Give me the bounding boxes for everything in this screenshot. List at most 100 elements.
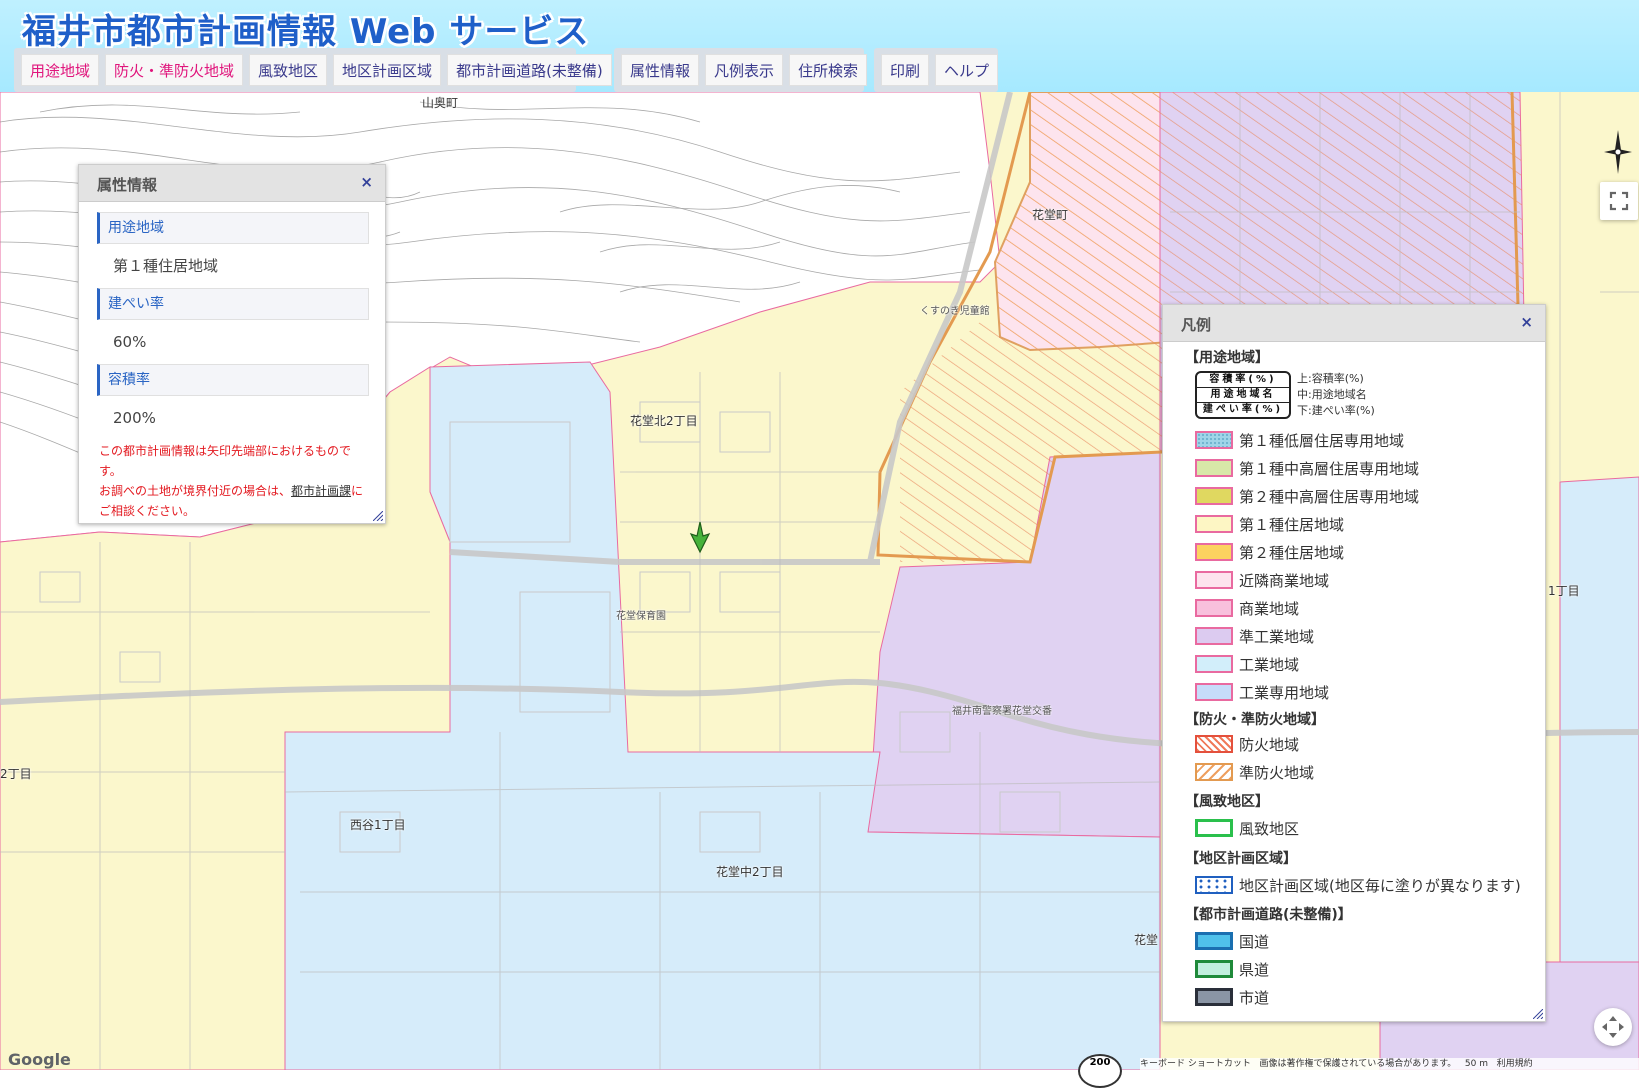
legend-section-youto: 【用途地域】 (1185, 350, 1269, 366)
attribute-panel-header[interactable]: 属性情報 × (79, 165, 385, 202)
place-yamaoku: 山奥町 (422, 96, 459, 110)
legend-label-bouka: 防火地域 (1239, 735, 1300, 754)
explain-text-2: 中:用途地域名 (1297, 388, 1367, 401)
legend-item-chiku: 地区計画区域(地区毎に塗りが異なります) (1195, 874, 1521, 896)
attribute-panel-close-icon[interactable]: × (360, 173, 373, 191)
legend-item-bouka: 防火地域 (1195, 733, 1299, 755)
legend-label-youto-1: 第１種中高層住居専用地域 (1239, 459, 1420, 478)
legend-panel: 凡例 × 【用途地域】 容積率(%) 用途地域名 建ぺい率(%) 上:容積率(%… (1162, 304, 1546, 1022)
legend-label-youto-3: 第１種住居地域 (1239, 515, 1345, 534)
legend-label-chiku: 地区計画区域(地区毎に塗りが異なります) (1239, 876, 1521, 895)
legend-section-chiku: 【地区計画区域】 (1185, 851, 1297, 867)
menu-fuchi-chiku[interactable]: 風致地区 (249, 54, 328, 86)
legend-item-youto-3: 第１種住居地域 (1195, 513, 1344, 535)
move-icon (1602, 1016, 1624, 1038)
legend-swatch-youto-7 (1195, 627, 1233, 645)
legend-label-youto-6: 商業地域 (1239, 599, 1300, 618)
menu-print[interactable]: 印刷 (881, 54, 930, 86)
legend-item-youto-6: 商業地域 (1195, 597, 1299, 619)
attr-label-youseki: 容積率 (97, 364, 369, 396)
resize-grip-icon[interactable] (373, 511, 383, 521)
menu-group-info: 属性情報 凡例表示 住所検索 (614, 48, 868, 92)
terms-link[interactable]: 利用規約 (1497, 1059, 1533, 1069)
legend-item-youto-0: 第１種低層住居専用地域 (1195, 429, 1404, 451)
menu-youto-chiiki[interactable]: 用途地域 (21, 54, 100, 86)
place-hanado: 花堂町 (1032, 208, 1069, 222)
attr-value-kenpei: 60% (113, 333, 147, 351)
menu-bouka-chiiki[interactable]: 防火・準防火地域 (105, 54, 244, 86)
legend-swatch-youto-1 (1195, 459, 1233, 477)
place-kusunoki: くすのき児童館 (920, 306, 990, 317)
attribute-note-line1: この都市計画情報は矢印先端部におけるものです。 (99, 444, 352, 478)
menu-jusho-kensaku[interactable]: 住所検索 (789, 54, 868, 86)
legend-item-youto-4: 第２種住居地域 (1195, 541, 1344, 563)
legend-panel-header[interactable]: 凡例 × (1163, 305, 1545, 342)
explain-box-name: 用途地域名 (1197, 388, 1289, 403)
place-1chome: 1丁目 (1548, 584, 1580, 598)
place-hanado-cut: 花堂 (1134, 933, 1159, 947)
place-2chome: 2丁目 (0, 767, 32, 781)
menu-hanrei-hyouji[interactable]: 凡例表示 (705, 54, 784, 86)
keyboard-shortcuts-link[interactable]: キーボード ショートカット (1140, 1059, 1251, 1069)
menu-toshi-keikaku-douro[interactable]: 都市計画道路(未整備) (447, 54, 612, 86)
legend-swatch-douro-1 (1195, 960, 1233, 978)
legend-label-youto-0: 第１種低層住居専用地域 (1239, 431, 1405, 450)
legend-item-youto-7: 準工業地域 (1195, 625, 1314, 647)
compass-icon (1600, 130, 1636, 174)
menu-help[interactable]: ヘルプ (935, 54, 999, 86)
menu-group-util: 印刷 ヘルプ (874, 48, 999, 92)
fullscreen-button[interactable] (1600, 182, 1638, 220)
legend-swatch-fuchi (1195, 819, 1233, 837)
legend-swatch-youto-4 (1195, 543, 1233, 561)
legend-swatch-youto-6 (1195, 599, 1233, 617)
legend-label-youto-8: 工業地域 (1239, 655, 1300, 674)
legend-label-douro-1: 県道 (1239, 960, 1270, 979)
explain-box-youseki: 容積率(%) (1197, 373, 1289, 388)
legend-label-junbouka: 準防火地域 (1239, 763, 1315, 782)
legend-label-youto-9: 工業専用地域 (1239, 683, 1330, 702)
place-hanadonaka2: 花堂中2丁目 (716, 865, 784, 879)
attribute-panel-title: 属性情報 (97, 176, 158, 194)
explain-text-1: 上:容積率(%) (1297, 372, 1364, 385)
explain-text-3: 下:建ぺい率(%) (1297, 404, 1375, 417)
menu-zokusei-jouhou[interactable]: 属性情報 (621, 54, 700, 86)
legend-swatch-douro-2 (1195, 988, 1233, 1006)
legend-item-youto-2: 第２種中高層住居専用地域 (1195, 485, 1419, 507)
header: 福井市都市計画情報 Web サービス 用途地域 防火・準防火地域 風致地区 地区… (0, 0, 1639, 92)
pan-control-button[interactable] (1594, 1008, 1632, 1046)
legend-label-youto-4: 第２種住居地域 (1239, 543, 1345, 562)
legend-swatch-youto-9 (1195, 683, 1233, 701)
menu-chiku-keikaku[interactable]: 地区計画区域 (333, 54, 442, 86)
legend-section-douro: 【都市計画道路(未整備)】 (1185, 907, 1352, 923)
toshi-keikaku-ka-link[interactable]: 都市計画課 (291, 484, 351, 498)
attr-label-youto: 用途地域 (97, 212, 369, 244)
scale-label[interactable]: 50 m (1465, 1059, 1488, 1069)
legend-label-douro-0: 国道 (1239, 932, 1270, 951)
legend-panel-close-icon[interactable]: × (1520, 313, 1533, 331)
place-hanadokita2: 花堂北2丁目 (630, 414, 698, 428)
google-logo: Google (8, 1050, 71, 1069)
attribute-panel: 属性情報 × 用途地域 第１種住居地域 建ぺい率 60% 容積率 200% この… (78, 164, 386, 524)
legend-swatch-douro-0 (1195, 932, 1233, 950)
legend-item-douro-0: 国道 (1195, 930, 1269, 952)
attribute-note-line2a: お調べの土地が境界付近の場合は、 (99, 484, 292, 498)
legend-swatch-youto-5 (1195, 571, 1233, 589)
attr-label-kenpei: 建ぺい率 (97, 288, 369, 320)
legend-panel-title: 凡例 (1181, 316, 1212, 334)
legend-explain: 容積率(%) 用途地域名 建ぺい率(%) 上:容積率(%) 中:用途地域名 下:… (1195, 371, 1375, 419)
legend-swatch-youto-0 (1195, 431, 1233, 449)
legend-section-fuchi: 【風致地区】 (1185, 794, 1269, 810)
legend-swatch-youto-3 (1195, 515, 1233, 533)
legend-swatch-chiku (1195, 876, 1233, 894)
place-nishitani1: 西谷1丁目 (350, 818, 406, 832)
legend-item-youto-5: 近隣商業地域 (1195, 569, 1329, 591)
attribute-note: この都市計画情報は矢印先端部におけるものです。 お調べの土地が境界付近の場合は、… (99, 441, 369, 521)
place-keisatsu: 福井南警察署花堂交番 (952, 706, 1052, 717)
legend-label-douro-2: 市道 (1239, 988, 1270, 1007)
legend-item-douro-1: 県道 (1195, 958, 1269, 980)
legend-label-youto-7: 準工業地域 (1239, 627, 1315, 646)
attr-value-youseki: 200% (113, 409, 156, 427)
legend-resize-grip-icon[interactable] (1533, 1009, 1543, 1019)
copyright-notice: 画像は著作権で保護されている場合があります。 (1259, 1059, 1457, 1069)
place-hoikuen: 花堂保育園 (616, 611, 666, 622)
